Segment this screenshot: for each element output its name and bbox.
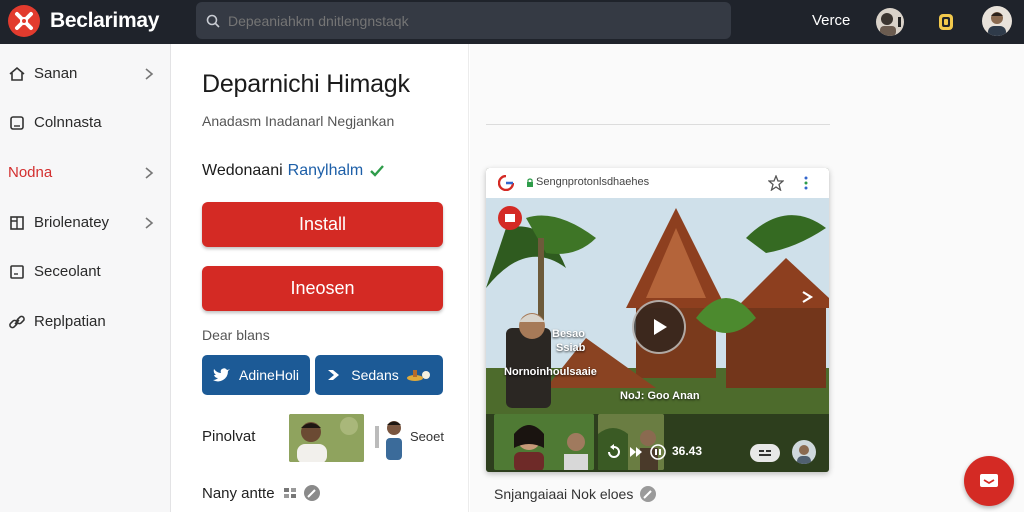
verified-check-icon: [370, 165, 385, 177]
notification-icon[interactable]: [932, 8, 960, 36]
overlay-text: Ssiab: [556, 342, 586, 354]
fast-forward-icon[interactable]: [628, 444, 644, 460]
home-icon: [9, 66, 25, 81]
top-nav-link[interactable]: Verce: [812, 12, 850, 29]
sidebar-item-label: Seceolant: [34, 263, 101, 280]
preview-caption-text: Snjangaiaai Nok eloes: [494, 486, 634, 502]
share-twitter-label: AdineHoli: [239, 367, 299, 383]
edit-icon[interactable]: [639, 485, 657, 503]
sidebar-item-briolenatey[interactable]: Briolenatey: [0, 205, 171, 241]
chevron-right-icon: [145, 217, 154, 229]
sidebar-item-replpatian[interactable]: Replpatian: [0, 304, 171, 340]
share-label: Dear blans: [202, 327, 270, 343]
share-other-button[interactable]: Sedans: [315, 355, 443, 395]
edit-icon[interactable]: [303, 484, 321, 502]
sidebar-item-colnnasta[interactable]: Colnnasta: [0, 105, 171, 141]
star-icon[interactable]: [768, 175, 784, 191]
sidebar-item-sanan[interactable]: Sanan: [0, 56, 171, 92]
top-bar: Beclarimay Verce: [0, 0, 1024, 44]
pause-icon[interactable]: [650, 444, 666, 460]
browser-logo-icon: [498, 175, 514, 191]
channel-logo-icon[interactable]: [498, 206, 522, 230]
many-label: Nany antte: [202, 484, 275, 502]
twitter-icon: [213, 368, 231, 382]
developer-link[interactable]: Ranylhalm: [288, 162, 364, 180]
page-subtitle: Anadasm Inadanarl Negjankan: [202, 113, 395, 129]
preview-panel: Sengnprotonlsdhaehes Besao Ssiab Nornoin…: [470, 44, 1024, 512]
secondary-action-button[interactable]: Ineosen: [202, 266, 443, 311]
user-menu-icon[interactable]: [876, 8, 904, 36]
preview-caption: Snjangaiaai Nok eloes: [494, 485, 657, 503]
captions-button[interactable]: [750, 444, 780, 462]
chat-icon: [980, 474, 998, 487]
chevron-right-icon: [145, 68, 154, 80]
profile-thumb-label: Seoet: [410, 429, 444, 444]
sidebar-item-nodna[interactable]: Nodna: [0, 155, 171, 191]
profile-thumbnail[interactable]: [289, 414, 364, 462]
sidebar-item-label: Briolenatey: [34, 214, 110, 231]
square-icon: [10, 116, 24, 130]
app-detail-panel: Deparnichi Himagk Anadasm Inadanarl Negj…: [172, 44, 469, 512]
captions-icon: [759, 450, 771, 456]
share-other-label: Sedans: [351, 367, 399, 383]
browser-url[interactable]: Sengnprotonlsdhaehes: [536, 176, 649, 188]
video-thumbnail[interactable]: [494, 414, 594, 470]
columns-icon: [10, 216, 24, 230]
search-box[interactable]: [196, 2, 731, 39]
share-twitter-button[interactable]: AdineHoli: [202, 355, 310, 395]
page-title: Deparnichi Himagk: [202, 70, 410, 98]
profile-thumbnail-small[interactable]: [372, 414, 410, 460]
browser-bar: Sengnprotonlsdhaehes: [486, 168, 829, 198]
link-icon: [9, 315, 25, 329]
brand-name[interactable]: Beclarimay: [50, 9, 159, 33]
overlay-text: Nornoinhoulsaaie: [504, 366, 597, 378]
video-preview[interactable]: Sengnprotonlsdhaehes Besao Ssiab Nornoin…: [486, 168, 829, 472]
many-row: Nany antte: [202, 484, 321, 502]
play-button[interactable]: [632, 300, 686, 354]
emoji-icon: [406, 370, 430, 381]
share-arrow-icon: [328, 370, 340, 380]
next-arrow-icon[interactable]: [800, 290, 814, 304]
sidebar-item-label: Replpatian: [34, 313, 106, 330]
brand-logo-icon[interactable]: [8, 5, 40, 37]
play-icon: [654, 319, 667, 335]
search-icon: [206, 14, 220, 28]
chat-fab-button[interactable]: [964, 456, 1014, 506]
grid-icon: [283, 488, 296, 498]
profile-avatar[interactable]: [982, 6, 1012, 36]
sidebar: Sanan Colnnasta Nodna Briolenatey Seceol…: [0, 44, 171, 512]
more-vert-icon[interactable]: [802, 175, 810, 191]
install-button[interactable]: Install: [202, 202, 443, 247]
box-icon: [10, 265, 24, 279]
viewer-avatar[interactable]: [792, 440, 816, 464]
overlay-text: Besao: [552, 328, 586, 340]
chevron-right-icon: [145, 167, 154, 179]
video-time: 36.43: [672, 444, 703, 458]
video-thumbnail[interactable]: [598, 414, 664, 470]
sidebar-item-seceolant[interactable]: Seceolant: [0, 254, 171, 290]
divider: [486, 124, 830, 125]
replay-icon[interactable]: [606, 444, 622, 460]
developer-label: Wedonaani: [202, 162, 283, 179]
sidebar-item-label: Nodna: [8, 164, 53, 181]
search-input[interactable]: [228, 12, 708, 29]
lock-icon: [527, 178, 533, 187]
overlay-text: NoJ: Goo Anan: [620, 390, 700, 402]
profile-label: Pinolvat: [202, 428, 256, 445]
sidebar-item-label: Sanan: [34, 65, 78, 82]
developer-row: Wedonaani Ranylhalm: [202, 162, 385, 180]
sidebar-item-label: Colnnasta: [34, 114, 102, 131]
